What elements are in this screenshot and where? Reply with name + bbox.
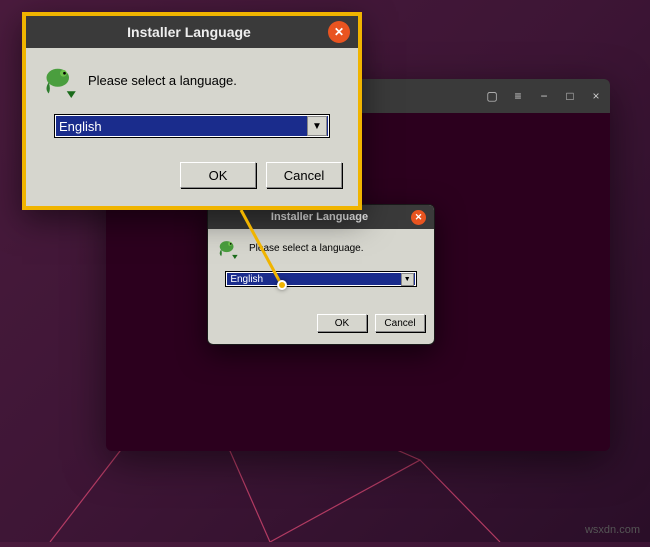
callout-cancel-button[interactable]: Cancel [266,162,342,188]
dialog-prompt: Please select a language. [249,243,364,254]
language-select[interactable]: English ▼ [225,271,416,287]
callout-dropdown-arrow-icon[interactable]: ▼ [307,116,327,136]
dialog-close-button[interactable]: ✕ [411,210,426,225]
callout-prompt: Please select a language. [88,73,237,88]
terminal-newtab-icon[interactable]: ▢ [486,90,498,102]
callout-close-button[interactable]: ✕ [328,21,350,43]
dialog-title-text: Installer Language [228,211,411,223]
language-selected-value: English [230,274,263,285]
ok-button[interactable]: OK [317,314,367,332]
callout-ok-button[interactable]: OK [180,162,256,188]
zoom-callout: Installer Language ✕ Please select a lan… [22,12,362,210]
terminal-maximize-icon[interactable]: □ [564,90,576,102]
chameleon-icon [42,62,78,98]
callout-language-select[interactable]: English ▼ [54,114,330,138]
terminal-close-icon[interactable]: × [590,90,602,102]
cancel-button[interactable]: Cancel [375,314,425,332]
callout-title-text: Installer Language [50,24,328,40]
watermark: wsxdn.com [585,524,640,536]
callout-titlebar[interactable]: Installer Language ✕ [26,16,358,48]
terminal-minimize-icon[interactable]: − [538,90,550,102]
terminal-menu-icon[interactable]: ≡ [512,90,524,102]
dropdown-arrow-icon[interactable]: ▼ [401,273,414,286]
chameleon-icon [217,237,239,259]
installer-dialog: Installer Language ✕ Please select a lan… [207,204,435,345]
callout-language-selected-value: English [59,119,102,134]
